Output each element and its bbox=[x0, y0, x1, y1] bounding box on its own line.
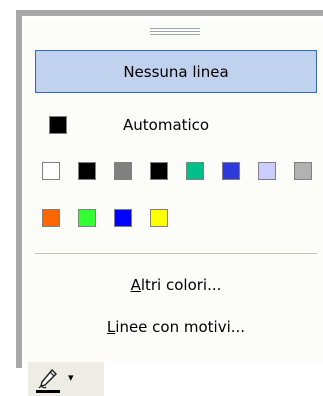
automatic-label: Automatico bbox=[123, 116, 210, 134]
color-swatch-lavender[interactable] bbox=[258, 162, 276, 180]
color-palette-row-2 bbox=[42, 209, 172, 229]
menu-shadow-left bbox=[16, 12, 22, 368]
more-colors-accel: A bbox=[130, 276, 141, 294]
toolbar-strip: ▾ bbox=[28, 362, 323, 396]
drag-grip[interactable] bbox=[150, 28, 200, 37]
chevron-down-icon[interactable]: ▾ bbox=[68, 370, 80, 386]
menu-separator bbox=[35, 253, 317, 254]
color-palette-row-1 bbox=[42, 162, 317, 182]
patterned-lines-item[interactable]: Linee con motivi... bbox=[35, 314, 317, 340]
color-swatch-blue[interactable] bbox=[222, 162, 240, 180]
line-color-split-button[interactable]: ▾ bbox=[28, 362, 104, 396]
color-swatch-gray[interactable] bbox=[114, 162, 132, 180]
color-swatch-white[interactable] bbox=[42, 162, 60, 180]
patterned-lines-label: inee con motivi... bbox=[115, 318, 246, 336]
no-line-label: Nessuna linea bbox=[123, 62, 229, 81]
pen-line-color-icon[interactable] bbox=[34, 366, 62, 394]
color-swatch-black[interactable] bbox=[78, 162, 96, 180]
color-swatch-orange[interactable] bbox=[42, 209, 60, 227]
color-swatch-black-2[interactable] bbox=[150, 162, 168, 180]
automatic-color-swatch bbox=[49, 116, 67, 134]
more-colors-item[interactable]: Altri colori... bbox=[35, 272, 317, 298]
color-swatch-yellow[interactable] bbox=[150, 209, 168, 227]
color-swatch-bright-blue[interactable] bbox=[114, 209, 132, 227]
color-swatch-green[interactable] bbox=[78, 209, 96, 227]
color-swatch-teal[interactable] bbox=[186, 162, 204, 180]
more-colors-label: ltri colori... bbox=[140, 276, 222, 294]
menu-shadow-top bbox=[16, 10, 323, 16]
color-swatch-silver[interactable] bbox=[294, 162, 312, 180]
no-line-button[interactable]: Nessuna linea bbox=[35, 50, 317, 93]
automatic-color-item[interactable]: Automatico bbox=[35, 106, 317, 144]
